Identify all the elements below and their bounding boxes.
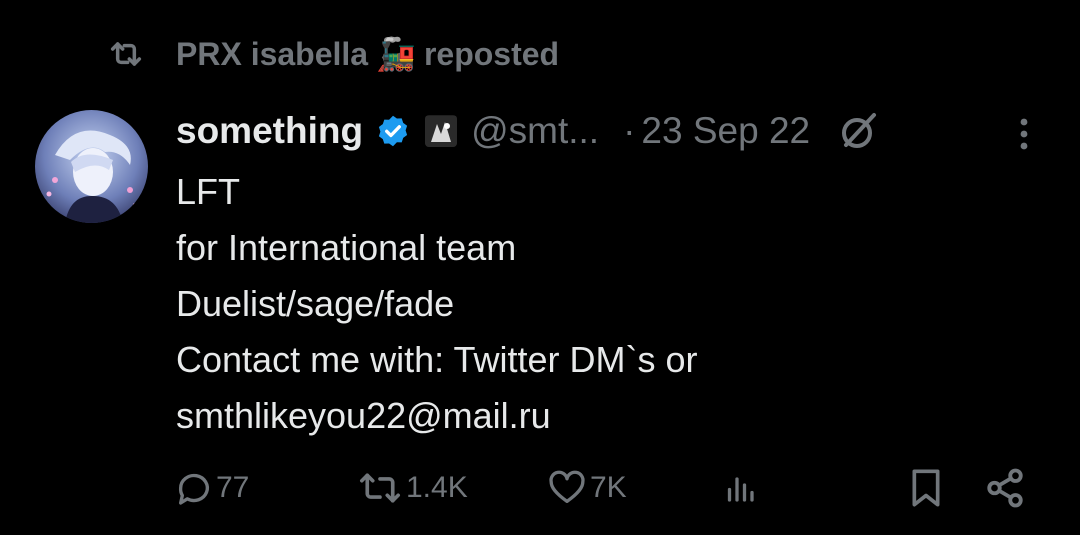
tweet-line: Contact me with: Twitter DM`s or	[176, 339, 698, 380]
share-button[interactable]	[984, 462, 1026, 514]
repost-user-name[interactable]: PRX isabella	[176, 36, 368, 73]
grok-icon[interactable]	[834, 107, 882, 155]
reply-button[interactable]: 77	[174, 462, 249, 514]
repost-count: 1.4K	[406, 471, 468, 504]
share-icon	[984, 467, 1026, 509]
reply-count: 77	[216, 471, 250, 504]
tweet-line: smthlikeyou22@mail.ru	[176, 395, 551, 436]
action-bar: 77 1.4K 7K	[0, 462, 1080, 514]
separator-dot: ·	[623, 110, 636, 151]
like-count: 7K	[590, 471, 627, 504]
like-button[interactable]: 7K	[546, 462, 627, 514]
bookmark-icon	[906, 466, 946, 510]
more-options-icon[interactable]	[1006, 112, 1042, 156]
tweet-header: something @smt... · 23 Sep 22	[176, 106, 1056, 156]
user-handle[interactable]: @smt...	[471, 110, 599, 152]
views-icon	[722, 468, 758, 508]
display-name[interactable]: something	[176, 110, 363, 152]
avatar[interactable]	[35, 110, 148, 223]
tweet-line: LFT	[176, 171, 241, 212]
repost-icon	[104, 32, 148, 76]
reply-icon	[174, 468, 214, 508]
repost-button[interactable]: 1.4K	[356, 462, 468, 514]
heart-icon	[546, 468, 588, 508]
verified-badge-icon[interactable]	[375, 113, 411, 149]
repost-user-emoji: 🚂	[376, 36, 416, 72]
tweet-text: LFT for International team Duelist/sage/…	[176, 164, 1036, 444]
repost-action-icon	[356, 468, 404, 508]
tweet-date[interactable]: 23 Sep 22	[641, 110, 810, 152]
repost-context[interactable]: PRX isabella 🚂 reposted	[104, 30, 559, 78]
affiliate-badge-icon[interactable]	[425, 115, 458, 147]
repost-label: reposted	[423, 35, 560, 72]
tweet-line: for International team	[176, 227, 517, 268]
tweet-line: Duelist/sage/fade	[176, 283, 455, 324]
views-button[interactable]	[722, 462, 758, 514]
bookmark-button[interactable]	[906, 462, 946, 514]
